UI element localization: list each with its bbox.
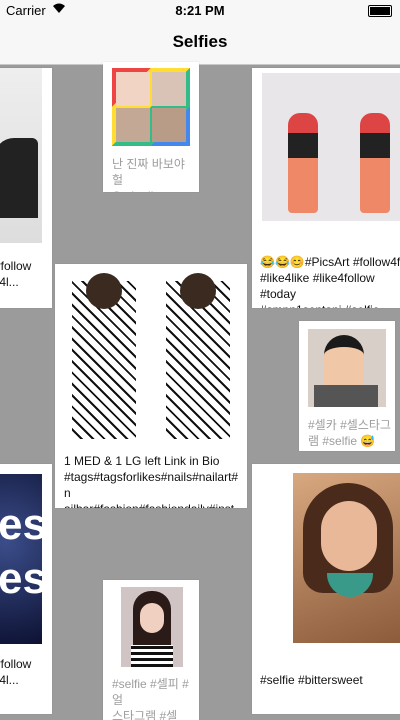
photo-thumbnail: [112, 68, 190, 146]
photo-thumbnail: [262, 73, 400, 221]
photo-card[interactable]: eses orfollow #l4l...: [0, 464, 52, 714]
photo-caption: #selfie #셀피 #얼 스타그램 #셀스...: [112, 677, 189, 720]
photo-caption: orfollow #l4l...: [0, 657, 32, 687]
photo-thumbnail: [64, 271, 238, 443]
photo-caption: #selfie #bittersweet: [260, 673, 363, 687]
status-bar: Carrier 8:21 PM: [0, 0, 400, 20]
photo-caption: 난 진짜 바보야 헐 Cada dia me t...: [112, 157, 197, 192]
photo-caption: 😂😂😊#PicsArt #follow4fo #like4like #like4…: [260, 255, 400, 308]
photo-card[interactable]: #selfie #bittersweet: [252, 464, 400, 714]
photo-thumbnail: [0, 68, 42, 243]
battery-icon: [368, 5, 392, 17]
photo-card[interactable]: #selfie #셀피 #얼 스타그램 #셀스...: [103, 580, 199, 720]
photo-caption: #셀카 #셀스타그 램 #selfie 😅: [308, 418, 391, 448]
navigation-bar: Selfies: [0, 20, 400, 65]
page-title: Selfies: [172, 32, 228, 51]
photo-card[interactable]: 난 진짜 바보야 헐 Cada dia me t...: [103, 62, 199, 192]
photo-thumbnail: [121, 587, 183, 667]
photo-grid[interactable]: orfollow #l4l... 난 진짜 바보야 헐 Cada dia me …: [0, 62, 400, 720]
clock: 8:21 PM: [175, 3, 225, 18]
photo-caption: 1 MED & 1 LG left Link in Bio #tags#tags…: [64, 454, 241, 508]
photo-thumbnail: [293, 473, 400, 643]
photo-card[interactable]: orfollow #l4l...: [0, 68, 52, 308]
photo-overlay-graphic: es es: [0, 500, 42, 603]
photo-caption: orfollow #l4l...: [0, 259, 32, 289]
photo-thumbnail: es es: [0, 474, 42, 644]
photo-card[interactable]: 1 MED & 1 LG left Link in Bio #tags#tags…: [55, 264, 247, 508]
photo-card[interactable]: #셀카 #셀스타그 램 #selfie 😅: [299, 321, 395, 451]
photo-thumbnail: [308, 329, 386, 407]
photo-card[interactable]: 😂😂😊#PicsArt #follow4fo #like4like #like4…: [252, 68, 400, 308]
